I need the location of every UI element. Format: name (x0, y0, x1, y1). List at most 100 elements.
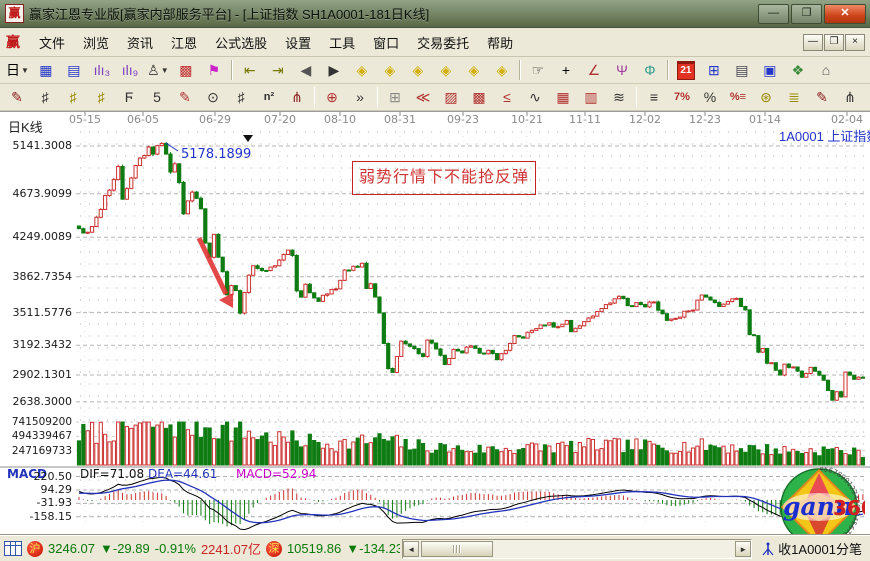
date-axis-label: 11-11 (569, 113, 601, 126)
menu-item[interactable]: 江恩 (162, 30, 206, 55)
distribution-button[interactable]: ≡ (641, 85, 667, 109)
date-axis-label: 06-29 (199, 113, 231, 126)
gold-angle-button[interactable]: ∠ (865, 85, 870, 109)
price-grid-button[interactable]: ▦ (550, 85, 576, 109)
indicator-dropdown-button[interactable]: ♙▼ (145, 58, 171, 82)
more-tools-button[interactable]: » (347, 85, 373, 109)
marker-brush-button[interactable]: ✎ (172, 85, 198, 109)
time-circle-button[interactable]: ⊙ (200, 85, 226, 109)
menu-item[interactable]: 公式选股 (206, 30, 276, 55)
last-bar-button[interactable]: ⇥ (265, 58, 291, 82)
gann-shrink-h-button[interactable]: ◈ (433, 58, 459, 82)
menu-item[interactable]: 设置 (276, 30, 320, 55)
menu-item[interactable]: 文件 (30, 30, 74, 55)
app-window: { "window": { "logo_char": "赢", "title":… (0, 0, 870, 561)
menu-item[interactable]: 窗口 (364, 30, 408, 55)
color-flag-icon[interactable]: ⚑ (201, 58, 227, 82)
scroll-thumb[interactable] (421, 541, 493, 557)
gold-circle-button[interactable]: ⊛ (753, 85, 779, 109)
calculator-button[interactable]: ⊞ (701, 58, 727, 82)
scroll-right-arrow[interactable]: ► (735, 541, 751, 557)
menu-item[interactable]: 帮助 (478, 30, 522, 55)
prev-bar-button[interactable]: ◀ (293, 58, 319, 82)
calendar-button[interactable]: 21 (673, 58, 699, 82)
grid2-button[interactable]: ♯ (228, 85, 254, 109)
chart-window-icon[interactable]: ▦ (33, 58, 59, 82)
remote-pc-button[interactable]: ⌂ (813, 58, 839, 82)
info-list-icon[interactable]: ▤ (61, 58, 87, 82)
gann-wheel-green-icon[interactable]: Φ (637, 58, 663, 82)
gann-expand-h-button[interactable]: ◈ (405, 58, 431, 82)
macd-axis-label: 94.29 (2, 483, 72, 496)
price-grid2-button[interactable]: ▥ (578, 85, 604, 109)
chart-area[interactable]: 日K线 1A0001 上证指数 5178.1899 弱势行情下不能抢反弹 MAC… (0, 111, 870, 535)
spiral5-button[interactable]: 5 (144, 85, 170, 109)
marquee-icon[interactable]: ▩ (173, 58, 199, 82)
antenna-icon (762, 542, 774, 556)
maximize-button[interactable]: ❐ (791, 4, 822, 24)
shade-box-button[interactable]: ▩ (466, 85, 492, 109)
mdi-minimize-button[interactable]: — (803, 34, 823, 51)
volume-axis-label: 494339467 (2, 430, 72, 442)
brush-bars-button[interactable]: ✎ (809, 85, 835, 109)
save-button[interactable]: ▣ (757, 58, 783, 82)
peak-price-annotation: 5178.1899 (181, 147, 251, 162)
fan-a-button[interactable]: ⋔ (284, 85, 310, 109)
percent7-button[interactable]: 7% (669, 85, 695, 109)
ma3-chart-icon[interactable]: ılı₃ (89, 58, 115, 82)
wave-button[interactable]: ∿ (522, 85, 548, 109)
quote-table-icon[interactable] (4, 541, 22, 556)
mdi-close-button[interactable]: × (845, 34, 865, 51)
fan-box-button[interactable]: ▨ (438, 85, 464, 109)
n-square-button[interactable]: n² (256, 85, 282, 109)
gann-nav-right-button[interactable]: ◈ (377, 58, 403, 82)
gann-fan-button[interactable]: ≪ (410, 85, 436, 109)
angle-tool-button[interactable]: ∠ (581, 58, 607, 82)
crosshair-tool-button[interactable]: + (553, 58, 579, 82)
date-axis-label: 02-04 (831, 113, 863, 126)
gann-shrink-all-button[interactable]: ◈ (461, 58, 487, 82)
gann-grid-button[interactable]: ♯ (32, 85, 58, 109)
box-grid-button[interactable]: ⊞ (382, 85, 408, 109)
app-logo-icon: 赢 (5, 4, 24, 23)
minimize-button[interactable]: — (758, 4, 789, 24)
feed-status-text: 收1A0001分笔 (778, 539, 862, 558)
date-axis-label: 09-23 (447, 113, 479, 126)
ray-fan-button[interactable]: ≤ (494, 85, 520, 109)
menu-item[interactable]: 浏览 (74, 30, 118, 55)
compass-button[interactable]: ⊕ (319, 85, 345, 109)
toolbar-separator (636, 87, 637, 107)
menu-item[interactable]: 资讯 (118, 30, 162, 55)
gann-expand-all-button[interactable]: ◈ (489, 58, 515, 82)
send-data-button[interactable]: ❖ (785, 58, 811, 82)
mdi-restore-button[interactable]: ❐ (824, 34, 844, 51)
gold-grid-a-button[interactable]: ♯ (60, 85, 86, 109)
macd-dif-value: DIF=71.08 (80, 467, 144, 481)
gold-lines-button[interactable]: ≣ (781, 85, 807, 109)
sz-index-value: 10519.86 (287, 541, 341, 556)
percent-lines-button[interactable]: %≡ (725, 85, 751, 109)
fork-button[interactable]: ⋔ (837, 85, 863, 109)
gold-grid-b-button[interactable]: ♯ (88, 85, 114, 109)
close-button[interactable]: ✕ (824, 4, 866, 24)
menu-item[interactable]: 工具 (320, 30, 364, 55)
date-axis-label: 01-14 (749, 113, 781, 126)
scroll-left-arrow[interactable]: ◄ (403, 541, 419, 557)
next-bar-button[interactable]: ▶ (321, 58, 347, 82)
draw-brush-button[interactable]: ✎ (4, 85, 30, 109)
sh-change-arrow: ▼-29.89 (100, 541, 150, 556)
kline-period-button[interactable]: 日▼ (4, 58, 31, 82)
menu-item[interactable]: 交易委托 (408, 30, 478, 55)
horizontal-scrollbar[interactable]: ◄ ► (402, 539, 752, 559)
gann-wheel-purple-icon[interactable]: Ψ (609, 58, 635, 82)
percent-button[interactable]: % (697, 85, 723, 109)
macd-axis-label: -158.15 (2, 510, 72, 523)
ma9-chart-icon[interactable]: ılı₉ (117, 58, 143, 82)
notepad-button[interactable]: ▤ (729, 58, 755, 82)
fibonacci-grid-button[interactable]: Ϝ (116, 85, 142, 109)
toolbar-separator (377, 87, 378, 107)
gann-nav-left-button[interactable]: ◈ (349, 58, 375, 82)
parallel-lines-button[interactable]: ≋ (606, 85, 632, 109)
hand-tool-button[interactable]: ☞ (525, 58, 551, 82)
first-bar-button[interactable]: ⇤ (237, 58, 263, 82)
